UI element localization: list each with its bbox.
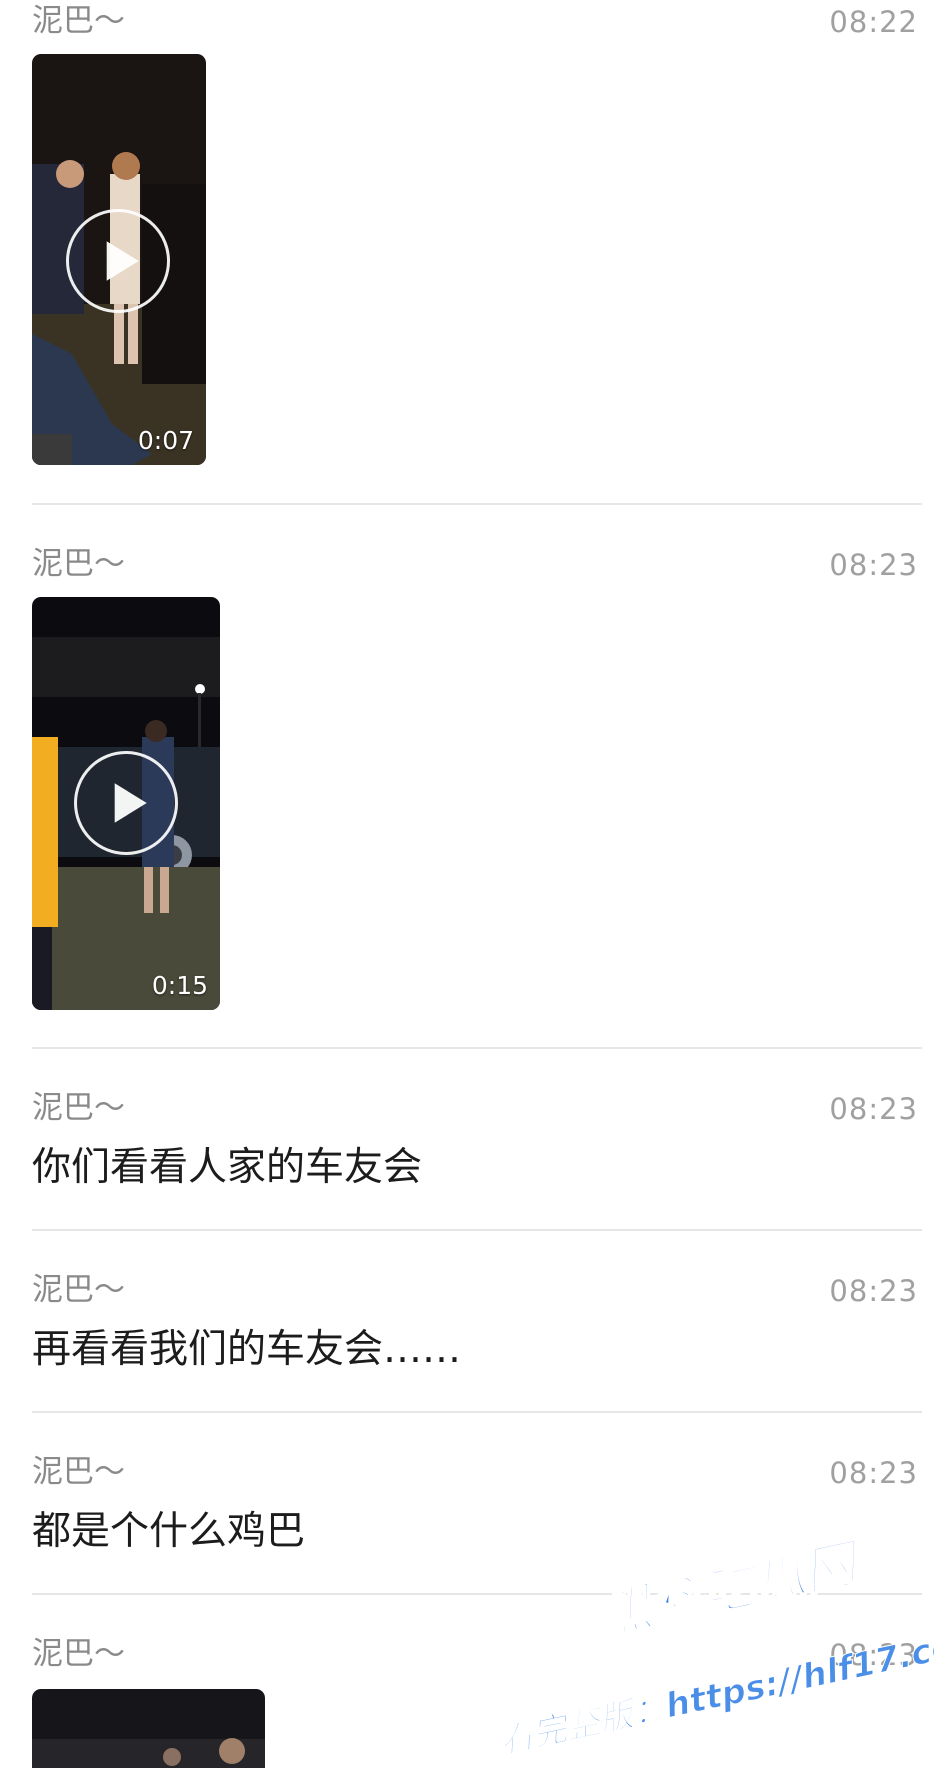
message-text: 你们看看人家的车友会 xyxy=(32,1145,423,1190)
watermark-title: 黑料吃瓜网 xyxy=(594,1533,863,1648)
message-time: 08:23 xyxy=(829,548,918,582)
play-icon xyxy=(106,241,139,281)
video-duration: 0:15 xyxy=(151,971,208,1000)
message-divider xyxy=(32,1047,922,1049)
play-icon xyxy=(114,783,147,823)
play-button[interactable] xyxy=(66,209,170,313)
message-sender: 泥巴～ xyxy=(32,546,125,582)
message-text: 再看看我们的车友会…… xyxy=(32,1327,462,1372)
chat-history-list: 泥巴～ 08:22 0:07 泥巴～ 08:23 0:15 泥巴～ 08:23 … xyxy=(0,0,934,1768)
video-thumbnail[interactable]: 0:07 xyxy=(32,54,206,465)
message-sender: 泥巴～ xyxy=(32,1636,125,1672)
video-thumbnail[interactable]: 0:15 xyxy=(32,597,220,1010)
video-duration: 0:07 xyxy=(137,426,194,455)
video-frame-image xyxy=(32,1689,265,1768)
message-sender: 泥巴～ xyxy=(32,3,125,39)
message-time: 08:23 xyxy=(829,1638,918,1672)
message-time: 08:22 xyxy=(829,5,918,39)
video-thumbnail[interactable] xyxy=(32,1689,265,1768)
message-sender: 泥巴～ xyxy=(32,1454,125,1490)
message-text: 都是个什么鸡巴 xyxy=(32,1509,306,1554)
play-button[interactable] xyxy=(74,751,178,855)
watermark-url: 看完整版：https://hlf17.com xyxy=(495,1618,934,1762)
message-time: 08:23 xyxy=(829,1092,918,1126)
message-time: 08:23 xyxy=(829,1274,918,1308)
message-divider xyxy=(32,503,922,505)
message-sender: 泥巴～ xyxy=(32,1090,125,1126)
message-sender: 泥巴～ xyxy=(32,1272,125,1308)
message-time: 08:23 xyxy=(829,1456,918,1490)
message-divider xyxy=(32,1593,922,1595)
message-divider xyxy=(32,1411,922,1413)
message-divider xyxy=(32,1229,922,1231)
